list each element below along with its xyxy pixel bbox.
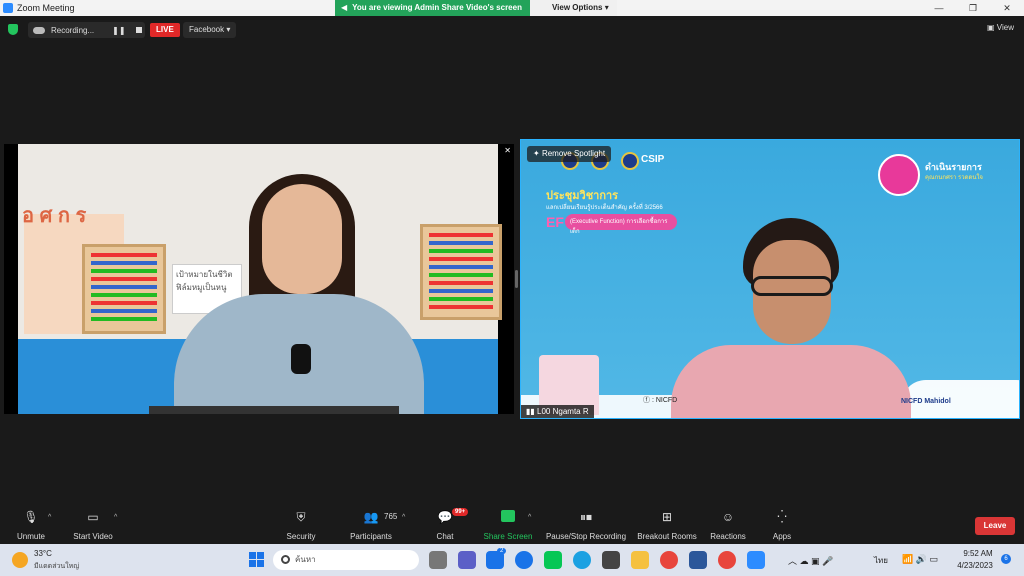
minimize-button[interactable]: — [922, 0, 956, 16]
abacus-left [82, 244, 166, 334]
windows-taskbar: 33°C มีแดดส่วนใหญ่ ค้นหา 2 ︿ ☁ ▣ 🎤 ไทย 📶… [0, 544, 1024, 576]
window-title: Zoom Meeting [17, 3, 75, 13]
stop-icon[interactable] [135, 27, 142, 33]
system-tray-icons[interactable]: ︿ ☁ ▣ 🎤 [788, 554, 833, 567]
participant-body [671, 345, 911, 418]
teams-icon[interactable] [458, 551, 476, 569]
windows-start-icon[interactable] [249, 552, 264, 567]
chrome-icon[interactable] [660, 551, 678, 569]
participants-count: 765 [384, 512, 398, 521]
glasses [751, 276, 833, 296]
participant-name: L00 Ngamta R [537, 407, 589, 416]
meeting-topbar: Recording... ❚❚ LIVE Facebook ▾ ▣ View [0, 18, 1024, 40]
recording-label: Recording... [51, 25, 95, 35]
share-banner-text: You are viewing Admin Share Video's scre… [352, 3, 522, 12]
share-icon [463, 510, 553, 528]
live-badge[interactable]: LIVE [150, 23, 180, 37]
presenter-face [262, 184, 342, 294]
weather-description: มีแดดส่วนใหญ่ [34, 563, 80, 570]
help-icon[interactable] [515, 551, 533, 569]
clock-date[interactable]: 4/23/2023 [952, 561, 998, 570]
meeting-toolbar: 🎙 Unmute ^ ▭ Start Video ^ ⛨ Security 👥 7… [0, 506, 1024, 544]
share-screen-button[interactable]: Share Screen [463, 510, 553, 541]
maximize-button[interactable]: ❐ [956, 0, 990, 16]
share-caret[interactable]: ^ [528, 514, 531, 521]
remove-spotlight-label: Remove Spotlight [541, 149, 606, 158]
tile-divider-handle[interactable] [515, 270, 518, 288]
conference-subtitle: แลกเปลี่ยนเรียนรู้ประเด็นสำคัญ ครั้งที่ … [546, 205, 663, 211]
apps-icon: ⁛ [777, 510, 787, 524]
pause-stop-recording-button[interactable]: ⏸⏹ Pause/Stop Recording [541, 510, 631, 541]
zoom-taskbar-icon[interactable] [747, 551, 765, 569]
close-window-button[interactable]: ✕ [990, 0, 1024, 16]
store-icon[interactable] [602, 551, 620, 569]
stream-target-dropdown[interactable]: Facebook ▾ [183, 22, 237, 38]
ef-pill: (Executive Function) การเลือกซื้อการเด็ก [565, 214, 677, 235]
chrome-profile-icon[interactable] [718, 551, 736, 569]
laptop [149, 406, 399, 414]
search-icon [281, 555, 290, 564]
logo-3 [621, 152, 639, 170]
nicfd-tag: NICFD Mahidol [901, 398, 951, 405]
share-banner-message: ◀ You are viewing Admin Share Video's sc… [335, 0, 530, 16]
video-tile-left[interactable]: อ ศ ก ร เป้าหมายในชีวิต ฟิล์มหมูเป็นหนู … [4, 144, 514, 414]
video-off-icon: ▭ [87, 510, 99, 524]
shield-icon[interactable] [8, 24, 18, 35]
edge-icon[interactable] [573, 551, 591, 569]
pause-stop-recording-label: Pause/Stop Recording [545, 532, 627, 541]
weather-icon[interactable] [12, 552, 28, 568]
close-icon[interactable]: ✕ [504, 146, 511, 155]
poster-text: อ ศ ก ร [22, 205, 87, 227]
facebook-tag: ⓕ : NICFD [643, 397, 678, 404]
ef-label: EF [546, 214, 564, 230]
window-controls: — ❐ ✕ [922, 0, 1024, 16]
speaker-icon: ◀ [341, 3, 348, 12]
speaker-avatar [878, 154, 920, 196]
share-banner: ◀ You are viewing Admin Share Video's sc… [335, 0, 617, 16]
recording-indicator: Recording... ❚❚ [28, 22, 145, 38]
zoom-app-icon [3, 3, 13, 13]
weather-temperature: 33°C [34, 549, 52, 558]
mail-badge: 2 [497, 548, 507, 554]
view-button[interactable]: ▣ View [987, 23, 1014, 32]
view-label: View [996, 23, 1014, 32]
view-options-button[interactable]: View Options ▾ [529, 0, 617, 16]
apps-label: Apps [772, 532, 792, 541]
lapel-mic [291, 344, 311, 374]
file-explorer-icon[interactable] [631, 551, 649, 569]
word-icon[interactable] [689, 551, 707, 569]
csip-label: CSIP [641, 154, 665, 165]
share-screen-label: Share Screen [483, 532, 533, 541]
start-video-label: Start Video [73, 532, 113, 541]
pause-icon[interactable]: ❚❚ [112, 26, 125, 35]
speaker-name: คุณกนกศรา รวดดนใจ [925, 175, 983, 181]
leave-button[interactable]: Leave [975, 517, 1015, 535]
task-view-icon[interactable] [429, 551, 447, 569]
video-options-caret[interactable]: ^ [114, 514, 117, 521]
remove-spotlight-button[interactable]: ✦ Remove Spotlight [527, 146, 612, 162]
language-indicator[interactable]: ไทย [874, 554, 888, 567]
abacus-right [420, 224, 502, 320]
search-placeholder: ค้นหา [295, 555, 316, 564]
start-video-button[interactable]: ▭ Start Video [48, 510, 138, 541]
taskbar-search-box[interactable]: ค้นหา [273, 550, 419, 570]
cloud-icon [33, 26, 45, 34]
apps-button[interactable]: ⁛ Apps [737, 510, 827, 541]
recording-icon: ⏸⏹ [579, 510, 592, 524]
notification-badge[interactable]: 6 [1001, 554, 1011, 564]
network-volume-battery-icons[interactable]: 📶 🔊 ▭ [902, 554, 938, 565]
clock-time[interactable]: 9:52 AM [958, 549, 998, 558]
line-app-icon[interactable] [544, 551, 562, 569]
participant-name-tag: ▮▮ L00 Ngamta R [521, 405, 594, 418]
video-tile-right[interactable]: CSIP ประชุมวิชาการ แลกเปลี่ยนเรียนรู้ประ… [520, 139, 1020, 419]
